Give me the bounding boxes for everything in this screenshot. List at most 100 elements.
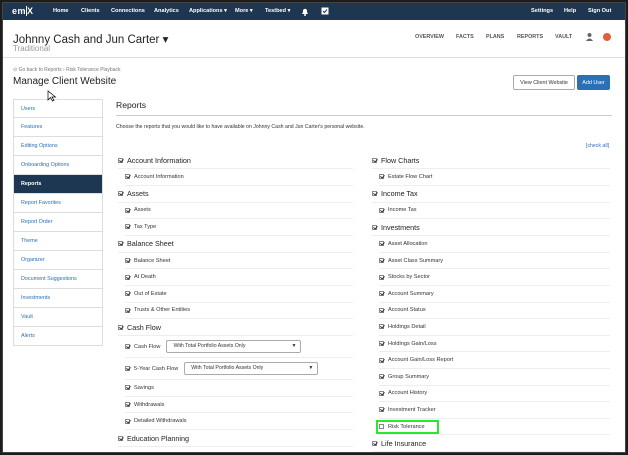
nav-applications[interactable]: Applications ▾: [189, 8, 227, 14]
report-option-asset-class-summary[interactable]: Asset Class Summary: [379, 253, 610, 270]
report-option-asset-allocation[interactable]: Asset Allocation: [379, 236, 610, 253]
report-option-investments[interactable]: Investments: [372, 219, 610, 237]
checkbox[interactable]: [118, 435, 123, 441]
checkbox[interactable]: [372, 157, 377, 163]
view-client-website-button[interactable]: View Client Website: [513, 75, 575, 90]
nav-connections[interactable]: Connections: [111, 8, 145, 14]
report-option-education-planning[interactable]: Education Planning: [118, 430, 353, 447]
sidebar-item-reports[interactable]: Reports: [13, 175, 103, 194]
report-option-account-gain-loss-report[interactable]: Account Gain/Loss Report: [379, 352, 610, 369]
sidebar-item-features[interactable]: Features: [13, 118, 103, 137]
checkbox[interactable]: [118, 157, 123, 163]
nav-sign-out[interactable]: Sign Out: [588, 8, 611, 14]
sidebar-item-vault[interactable]: Vault: [13, 308, 103, 327]
sidebar-item-organizer[interactable]: Organizer: [13, 251, 103, 270]
report-option-life-insurance[interactable]: Life Insurance: [372, 435, 610, 452]
checkbox[interactable]: [125, 366, 130, 372]
report-option-balance-sheet[interactable]: Balance Sheet: [125, 253, 353, 270]
add-user-button[interactable]: Add User: [577, 75, 610, 90]
report-option-investment-tracker[interactable]: Investment Tracker: [379, 402, 610, 419]
checkbox[interactable]: [379, 374, 384, 380]
report-option-out-of-estate[interactable]: Out of Estate: [125, 286, 353, 303]
sidebar-item-document-suggestions[interactable]: Document Suggestions: [13, 270, 103, 289]
sidebar-item-report-favorites[interactable]: Report Favorites: [13, 194, 103, 213]
nav-home[interactable]: Home: [53, 8, 69, 14]
checkbox[interactable]: [125, 274, 130, 280]
sidebar-item-onboarding-options[interactable]: Onboarding Options: [13, 156, 103, 175]
report-option-withdrawals[interactable]: Withdrawals: [125, 397, 353, 414]
report-option-detailed-withdrawals[interactable]: Detailed Withdrawals: [125, 413, 353, 430]
report-option-account-history[interactable]: Account History: [379, 386, 610, 403]
checkbox[interactable]: [118, 191, 123, 197]
checkbox[interactable]: [125, 258, 130, 264]
option-select[interactable]: With Total Portfolio Assets Only ▼: [184, 362, 319, 376]
report-option-trusts-other-entities[interactable]: Trusts & Other Entities: [125, 303, 353, 320]
checkbox[interactable]: [372, 191, 377, 197]
option-select[interactable]: With Total Portfolio Assets Only ▼: [166, 340, 302, 354]
sidebar-item-users[interactable]: Users: [13, 99, 103, 118]
checkbox[interactable]: [379, 207, 384, 213]
globe-icon[interactable]: [603, 33, 611, 41]
sidebar-item-report-order[interactable]: Report Order: [13, 213, 103, 232]
report-option-flow-charts[interactable]: Flow Charts: [372, 152, 610, 169]
nav-settings[interactable]: Settings: [531, 8, 553, 14]
checkbox[interactable]: [125, 224, 130, 230]
report-option-assets[interactable]: Assets: [118, 186, 353, 203]
checkbox[interactable]: [379, 407, 384, 413]
nav-analytics[interactable]: Analytics: [154, 8, 179, 14]
checkbox[interactable]: [372, 224, 377, 230]
checklist-icon[interactable]: [321, 7, 329, 15]
checkbox[interactable]: [125, 307, 130, 313]
report-option-5-year-cash-flow[interactable]: 5-Year Cash Flow With Total Portfolio Ass…: [125, 358, 353, 381]
report-option-savings[interactable]: Savings: [125, 380, 353, 397]
tab-reports[interactable]: REPORTS: [517, 34, 543, 40]
checkbox[interactable]: [125, 418, 130, 424]
checkbox[interactable]: [125, 402, 130, 408]
checkbox[interactable]: [125, 291, 130, 297]
checkbox[interactable]: [379, 274, 384, 280]
report-option-at-death[interactable]: At Death: [125, 269, 353, 286]
nav-more[interactable]: More ▾: [235, 8, 253, 14]
tab-overview[interactable]: OVERVIEW: [415, 34, 444, 40]
report-option-account-status[interactable]: Account Status: [379, 303, 610, 320]
report-option-account-summary[interactable]: Account Summary: [379, 286, 610, 303]
checkbox[interactable]: [379, 174, 384, 180]
breadcrumb[interactable]: ⊙ Go back to Reports › Risk Tolerance Pl…: [13, 67, 120, 73]
bell-icon[interactable]: [301, 7, 309, 16]
checkbox[interactable]: [118, 324, 123, 330]
checkbox[interactable]: [379, 307, 384, 313]
user-icon[interactable]: [586, 33, 593, 41]
checkbox[interactable]: [125, 385, 130, 391]
tab-facts[interactable]: FACTS: [456, 34, 474, 40]
sidebar-item-theme[interactable]: Theme: [13, 232, 103, 251]
checkbox[interactable]: [379, 390, 384, 396]
nav-clients[interactable]: Clients: [81, 8, 100, 14]
sidebar-item-investments[interactable]: Investments: [13, 289, 103, 308]
checkbox[interactable]: [379, 241, 384, 247]
nav-help[interactable]: Help: [564, 8, 576, 14]
sidebar-item-alerts[interactable]: Alerts: [13, 327, 103, 346]
report-option-cash-flow[interactable]: Cash Flow With Total Portfolio Assets Onl…: [125, 336, 353, 359]
report-option-group-summary[interactable]: Group Summary: [379, 369, 610, 386]
sidebar-item-editing-options[interactable]: Editing Options: [13, 137, 103, 156]
checkbox[interactable]: [125, 207, 130, 213]
tab-plans[interactable]: PLANS: [486, 34, 504, 40]
report-option-holdings-detail[interactable]: Holdings Detail: [379, 319, 610, 336]
report-option-balance-sheet[interactable]: Balance Sheet: [118, 236, 353, 253]
checkbox[interactable]: [379, 324, 384, 330]
checkbox[interactable]: [372, 440, 377, 446]
checkbox[interactable]: [125, 174, 130, 180]
report-option-income-tax[interactable]: Income Tax: [372, 186, 610, 203]
check-all-link[interactable]: [check all]: [586, 143, 609, 149]
report-option-estate-flow-chart[interactable]: Estate Flow Chart: [379, 169, 610, 186]
report-option-holdings-gain-loss[interactable]: Holdings Gain/Loss: [379, 336, 610, 353]
report-option-stocks-by-sector[interactable]: Stocks by Sector: [379, 269, 610, 286]
report-option-tax-type[interactable]: Tax Type: [125, 219, 353, 236]
report-option-account-information[interactable]: Account Information: [125, 169, 353, 186]
tab-vault[interactable]: VAULT: [555, 34, 572, 40]
report-option-cash-flow[interactable]: Cash Flow: [118, 319, 353, 337]
report-option-assets[interactable]: Assets: [125, 203, 353, 220]
checkbox[interactable]: [379, 341, 384, 347]
checkbox[interactable]: [125, 344, 130, 350]
emx-logo[interactable]: emX: [12, 6, 34, 16]
